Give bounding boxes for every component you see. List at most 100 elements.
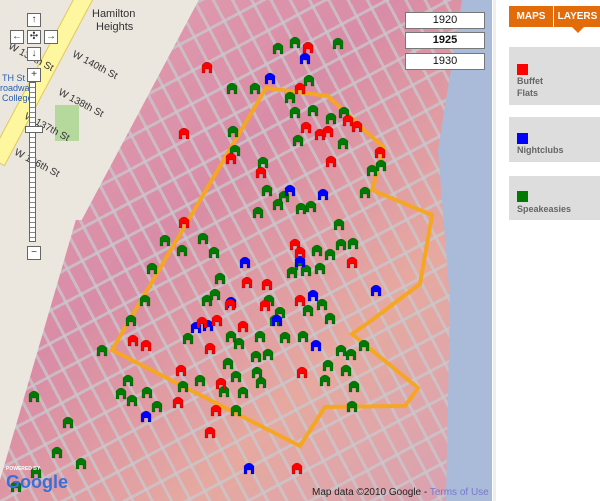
nightclub-marker[interactable] <box>284 184 296 197</box>
speakeasy-marker[interactable] <box>272 42 284 55</box>
terms-of-use-link[interactable]: Terms of Use <box>430 487 489 498</box>
speakeasy-marker[interactable] <box>307 104 319 117</box>
pan-right-button[interactable]: → <box>44 30 58 44</box>
speakeasy-marker[interactable] <box>176 244 188 257</box>
speakeasy-marker[interactable] <box>332 37 344 50</box>
speakeasy-marker[interactable] <box>227 125 239 138</box>
speakeasy-marker[interactable] <box>194 374 206 387</box>
speakeasy-marker[interactable] <box>333 218 345 231</box>
buffet-flat-marker[interactable] <box>178 127 190 140</box>
google-logo[interactable]: POWERED BY Google <box>6 466 68 493</box>
speakeasy-marker[interactable] <box>337 137 349 150</box>
speakeasy-marker[interactable] <box>335 344 347 357</box>
speakeasy-marker[interactable] <box>311 244 323 257</box>
speakeasy-marker[interactable] <box>272 198 284 211</box>
speakeasy-marker[interactable] <box>96 344 108 357</box>
speakeasy-marker[interactable] <box>251 366 263 379</box>
buffet-flat-marker[interactable] <box>172 396 184 409</box>
speakeasy-marker[interactable] <box>322 359 334 372</box>
speakeasy-marker[interactable] <box>28 390 40 403</box>
speakeasy-marker[interactable] <box>289 106 301 119</box>
buffet-flat-marker[interactable] <box>224 298 236 311</box>
buffet-flat-marker[interactable] <box>201 61 213 74</box>
buffet-flat-marker[interactable] <box>302 41 314 54</box>
tab-maps[interactable]: MAPS <box>509 6 553 27</box>
speakeasy-marker[interactable] <box>375 159 387 172</box>
speakeasy-marker[interactable] <box>340 364 352 377</box>
year-1920-button[interactable]: 1920 <box>405 12 485 29</box>
nightclub-marker[interactable] <box>140 410 152 423</box>
speakeasy-marker[interactable] <box>222 357 234 370</box>
speakeasy-marker[interactable] <box>139 294 151 307</box>
buffet-flat-marker[interactable] <box>175 364 187 377</box>
speakeasy-marker[interactable] <box>255 376 267 389</box>
speakeasy-marker[interactable] <box>325 112 337 125</box>
speakeasy-marker[interactable] <box>159 234 171 247</box>
nightclub-marker[interactable] <box>317 188 329 201</box>
buffet-flat-marker[interactable] <box>261 278 273 291</box>
buffet-flat-marker[interactable] <box>237 320 249 333</box>
speakeasy-marker[interactable] <box>292 134 304 147</box>
speakeasy-marker[interactable] <box>237 386 249 399</box>
speakeasy-marker[interactable] <box>295 202 307 215</box>
year-1930-button[interactable]: 1930 <box>405 53 485 70</box>
speakeasy-marker[interactable] <box>297 330 309 343</box>
speakeasy-marker[interactable] <box>249 82 261 95</box>
speakeasy-marker[interactable] <box>324 312 336 325</box>
speakeasy-marker[interactable] <box>319 374 331 387</box>
buffet-flat-marker[interactable] <box>291 462 303 475</box>
speakeasy-marker[interactable] <box>254 330 266 343</box>
speakeasy-marker[interactable] <box>226 82 238 95</box>
speakeasy-marker[interactable] <box>303 74 315 87</box>
buffet-flat-marker[interactable] <box>204 426 216 439</box>
speakeasy-marker[interactable] <box>324 248 336 261</box>
speakeasy-marker[interactable] <box>346 400 358 413</box>
buffet-flat-marker[interactable] <box>204 342 216 355</box>
speakeasy-marker[interactable] <box>305 200 317 213</box>
layer-nightclubs[interactable]: Nightclubs <box>509 117 600 162</box>
speakeasy-marker[interactable] <box>286 266 298 279</box>
nightclub-marker[interactable] <box>310 339 322 352</box>
buffet-flat-marker[interactable] <box>196 316 208 329</box>
speakeasy-marker[interactable] <box>262 348 274 361</box>
buffet-flat-marker[interactable] <box>140 339 152 352</box>
speakeasy-marker[interactable] <box>62 416 74 429</box>
pan-center-button[interactable]: ✣ <box>27 30 41 44</box>
speakeasy-marker[interactable] <box>250 350 262 363</box>
speakeasy-marker[interactable] <box>314 262 326 275</box>
pan-down-button[interactable]: ↓ <box>27 47 41 61</box>
zoom-in-button[interactable]: + <box>27 68 41 82</box>
speakeasy-marker[interactable] <box>197 232 209 245</box>
speakeasy-marker[interactable] <box>75 457 87 470</box>
buffet-flat-marker[interactable] <box>346 256 358 269</box>
tab-layers[interactable]: LAYERS <box>554 6 600 27</box>
layer-buffet-flats[interactable]: Buffet Flats <box>509 47 600 105</box>
speakeasy-marker[interactable] <box>289 36 301 49</box>
speakeasy-marker[interactable] <box>182 332 194 345</box>
speakeasy-marker[interactable] <box>359 186 371 199</box>
speakeasy-marker[interactable] <box>366 164 378 177</box>
speakeasy-marker[interactable] <box>345 348 357 361</box>
speakeasy-marker[interactable] <box>122 374 134 387</box>
speakeasy-marker[interactable] <box>177 380 189 393</box>
buffet-flat-marker[interactable] <box>259 299 271 312</box>
buffet-flat-marker[interactable] <box>351 120 363 133</box>
buffet-flat-marker[interactable] <box>322 125 334 138</box>
buffet-flat-marker[interactable] <box>300 121 312 134</box>
buffet-flat-marker[interactable] <box>210 404 222 417</box>
buffet-flat-marker[interactable] <box>296 366 308 379</box>
speakeasy-marker[interactable] <box>335 238 347 251</box>
speakeasy-marker[interactable] <box>316 298 328 311</box>
speakeasy-marker[interactable] <box>302 304 314 317</box>
speakeasy-marker[interactable] <box>209 288 221 301</box>
nightclub-marker[interactable] <box>239 256 251 269</box>
nightclub-marker[interactable] <box>370 284 382 297</box>
year-1925-button[interactable]: 1925 <box>405 32 485 49</box>
speakeasy-marker[interactable] <box>51 446 63 459</box>
speakeasy-marker[interactable] <box>358 339 370 352</box>
zoom-slider[interactable] <box>29 82 36 242</box>
speakeasy-marker[interactable] <box>261 184 273 197</box>
buffet-flat-marker[interactable] <box>241 276 253 289</box>
speakeasy-marker[interactable] <box>347 237 359 250</box>
speakeasy-marker[interactable] <box>348 380 360 393</box>
